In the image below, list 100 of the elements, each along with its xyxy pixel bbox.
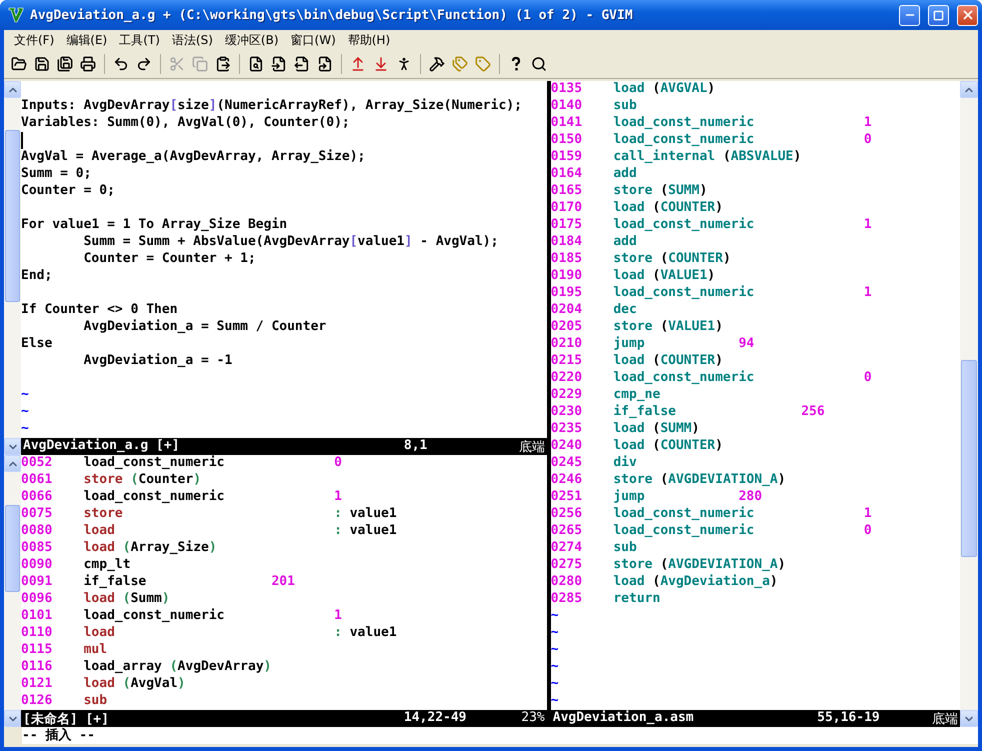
code-line: 0150 load_const_numeric 0: [550, 132, 872, 149]
code-line: AvgDeviation_a = -1: [82, 353, 232, 370]
text-cursor: [21, 132, 23, 149]
empty-line-marker: ~: [21, 404, 29, 421]
cursor-position: 8,1: [404, 438, 428, 453]
code-line: 0165 store (SUMM): [550, 183, 708, 200]
menu-item[interactable]: 文件(F): [8, 32, 60, 48]
menu-item[interactable]: 语法(S): [166, 32, 219, 48]
code-line: Counter = Counter + 1;: [82, 251, 256, 268]
code-line: 0110 load : value1: [21, 625, 397, 642]
code-line: 0066 load_const_numeric 1: [21, 489, 342, 506]
scroll-down-button[interactable]: [4, 710, 21, 727]
code-line: 0091 if_false 201: [21, 574, 295, 591]
code-line: 0185 store (COUNTER): [550, 251, 731, 268]
code-line: 0285 return: [550, 591, 660, 608]
cursor-position: 14,22-49: [404, 710, 467, 725]
code-line: Inputs: AvgDevArray[size](NumericArrayRef), Array_Size(Numeric);: [21, 98, 522, 115]
scroll-up-button[interactable]: [4, 81, 21, 98]
menu-item[interactable]: 编辑(E): [60, 32, 114, 48]
code-line: Counter = 0;: [21, 183, 115, 200]
code-line: 0245 div: [550, 455, 637, 472]
file-name: AvgDeviation_a.g [+]: [23, 438, 181, 455]
empty-line-marker: ~: [550, 693, 559, 710]
code-line: 0080 load : value1: [21, 523, 397, 540]
scrollbar-thumb[interactable]: [5, 130, 20, 302]
menu-item[interactable]: 帮助(H): [342, 32, 396, 48]
scroll-position: 23%: [521, 710, 545, 727]
code-line: 0265 load_const_numeric 0: [550, 523, 872, 540]
code-line: End;: [21, 268, 52, 285]
code-line: For value1 = 1 To Array_Size Begin: [21, 217, 288, 234]
code-line: 0141 load_const_numeric 1: [550, 115, 872, 132]
window-title: AvgDeviation_a.g + (C:\working\gts\bin\debug\Script\Function) (1 of 2) - GVIM: [30, 8, 634, 22]
code-line: 0184 add: [550, 234, 637, 251]
cursor-position: 55,16-19: [817, 710, 880, 725]
code-line: 0220 load_const_numeric 0: [550, 370, 872, 387]
maximize-icon: [933, 10, 944, 20]
code-line: 0101 load_const_numeric 1: [21, 608, 342, 625]
code-line: 0251 jump 280: [550, 489, 762, 506]
vim-logo-icon: [8, 7, 24, 23]
maximize-button[interactable]: [928, 4, 949, 26]
code-line: 0275 store (AVGDEVIATION_A): [550, 557, 786, 574]
scroll-position: 底端: [518, 439, 545, 455]
code-line: Summ = 0;: [21, 166, 92, 183]
empty-line-marker: ~: [550, 608, 559, 625]
scrollbar-thumb[interactable]: [5, 505, 20, 592]
scrollbar-thumb[interactable]: [961, 360, 977, 557]
code-line: 0164 add: [550, 166, 637, 183]
menu-item[interactable]: 工具(T): [113, 32, 166, 48]
code-line: 0256 load_const_numeric 1: [550, 506, 872, 523]
menu-item[interactable]: 窗口(W): [284, 32, 342, 48]
scroll-down-button[interactable]: [4, 438, 21, 455]
code-line: 0210 jump 94: [550, 336, 754, 353]
code-line: 0175 load_const_numeric 1: [550, 217, 872, 234]
code-line: 0190 load (VALUE1): [550, 268, 716, 285]
empty-line-marker: ~: [550, 642, 559, 659]
code-line: 0159 call_internal (ABSVALUE): [550, 149, 802, 166]
scroll-down-button[interactable]: [960, 710, 978, 727]
code-line: 0052 load_const_numeric 0: [21, 455, 342, 472]
code-line: 0061 store (Counter): [21, 472, 202, 489]
scroll-up-button[interactable]: [960, 81, 978, 98]
code-line: Else: [21, 336, 52, 353]
code-line: AvgDeviation_a = Summ / Counter: [82, 319, 326, 336]
code-line: 0280 load (AvgDeviation_a): [550, 574, 778, 591]
code-line: 0170 load (COUNTER): [550, 200, 723, 217]
code-line: Summ = Summ + AbsValue(AvgDevArray[value1] - AvgVal);: [82, 234, 498, 251]
code-line: 0205 store (VALUE1): [550, 319, 723, 336]
code-line: 0204 dec: [550, 302, 637, 319]
scroll-position: 底端: [932, 711, 958, 727]
minimize-button[interactable]: [899, 4, 920, 26]
code-line: 0121 load (AvgVal): [21, 676, 186, 693]
code-line: 0229 cmp_ne: [550, 387, 660, 404]
code-line: 0235 load (SUMM): [550, 421, 700, 438]
code-line: AvgVal = Average_a(AvgDevArray, Array_Size);: [21, 149, 366, 166]
empty-line-marker: ~: [550, 625, 559, 642]
code-line: 0246 store (AVGDEVIATION_A): [550, 472, 786, 489]
code-line: 0230 if_false 256: [550, 404, 825, 421]
code-line: 0140 sub: [550, 98, 637, 115]
code-line: 0240 load (COUNTER): [550, 438, 723, 455]
code-line: 0075 store : value1: [21, 506, 397, 523]
code-line: 0085 load (Array_Size): [21, 540, 217, 557]
code-line: 0126 sub: [21, 693, 108, 710]
mode-indicator: -- 插入 --: [22, 727, 978, 744]
scroll-up-button[interactable]: [4, 455, 21, 472]
code-line: 0274 sub: [550, 540, 637, 557]
code-line: 0135 load (AVGVAL): [550, 81, 716, 98]
code-line: 0115 mul: [21, 642, 108, 659]
empty-line-marker: ~: [21, 387, 29, 404]
code-line: Variables: Summ(0), AvgVal(0), Counter(0);: [21, 115, 350, 132]
file-name: AvgDeviation_a.asm: [552, 710, 695, 727]
code-line: 0116 load_array (AvgDevArray): [21, 659, 272, 676]
empty-line-marker: ~: [550, 659, 559, 676]
code-line: 0195 load_const_numeric 1: [550, 285, 872, 302]
menu-item[interactable]: 缓冲区(B): [218, 32, 285, 48]
code-line: If Counter <> 0 Then: [21, 302, 178, 319]
empty-line-marker: ~: [550, 676, 559, 693]
file-name: [未命名] [+]: [23, 711, 110, 727]
code-line: 0096 load (Summ): [21, 591, 170, 608]
code-line: 0215 load (COUNTER): [550, 353, 723, 370]
code-line: 0090 cmp_lt: [21, 557, 131, 574]
close-button[interactable]: [957, 4, 978, 26]
